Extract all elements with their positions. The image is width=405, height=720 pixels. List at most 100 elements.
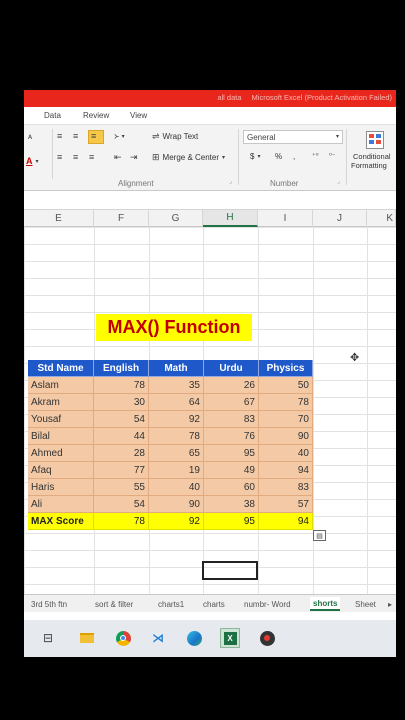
selected-cell[interactable] (202, 561, 258, 580)
score-cell[interactable]: 60 (204, 479, 259, 496)
score-cell[interactable]: 54 (94, 411, 149, 428)
score-cell[interactable]: 50 (259, 377, 313, 394)
student-name-cell[interactable]: Ali (28, 496, 94, 513)
paste-options-icon[interactable]: ▤ (313, 530, 326, 541)
student-name-cell[interactable]: Afaq (28, 462, 94, 479)
score-cell[interactable]: 76 (204, 428, 259, 445)
student-name-cell[interactable]: Aslam (28, 377, 94, 394)
score-cell[interactable]: 57 (259, 496, 313, 513)
percent-button[interactable]: % (275, 152, 282, 161)
chrome-icon[interactable] (113, 628, 133, 648)
score-cell[interactable]: 65 (149, 445, 204, 462)
align-left-icon[interactable]: ≡ (57, 152, 62, 162)
score-cell[interactable]: 77 (94, 462, 149, 479)
sheet-tab-charts1[interactable]: charts1 (155, 597, 187, 611)
file-explorer-icon[interactable] (77, 628, 97, 648)
score-cell[interactable]: 94 (259, 462, 313, 479)
header-physics[interactable]: Physics (259, 360, 313, 377)
sheet-tab-sort-filter[interactable]: sort & filter (92, 597, 136, 611)
recorder-icon[interactable] (257, 628, 277, 648)
max-physics-cell[interactable]: 94 (259, 513, 313, 530)
currency-button[interactable]: $ ▾ (250, 152, 260, 161)
align-center-icon[interactable]: ≡ (73, 152, 78, 162)
formula-bar[interactable] (24, 191, 396, 210)
sheet-tab-sheet[interactable]: Sheet (352, 597, 379, 611)
max-urdu-cell[interactable]: 95 (204, 513, 259, 530)
score-cell[interactable]: 30 (94, 394, 149, 411)
score-cell[interactable]: 83 (259, 479, 313, 496)
sheet-tab-numbr-word[interactable]: numbr- Word (241, 597, 294, 611)
max-math-cell[interactable]: 92 (149, 513, 204, 530)
score-cell[interactable]: 95 (204, 445, 259, 462)
column-header-g[interactable]: G (149, 210, 203, 227)
score-cell[interactable]: 28 (94, 445, 149, 462)
student-name-cell[interactable]: Akram (28, 394, 94, 411)
tab-view[interactable]: View (130, 111, 147, 120)
excel-icon[interactable]: X (220, 628, 240, 648)
header-english[interactable]: English (94, 360, 149, 377)
score-cell[interactable]: 26 (204, 377, 259, 394)
column-header-k[interactable]: K (367, 210, 396, 227)
score-cell[interactable]: 38 (204, 496, 259, 513)
score-cell[interactable]: 70 (259, 411, 313, 428)
sheet-tab-charts[interactable]: charts (200, 597, 228, 611)
number-format-dropdown[interactable]: General ▾ (243, 130, 343, 144)
score-cell[interactable]: 78 (259, 394, 313, 411)
score-cell[interactable]: 49 (204, 462, 259, 479)
font-color-button[interactable]: A ▾ (26, 156, 39, 166)
decrease-decimal-icon[interactable]: ⁰⁻ (329, 152, 336, 160)
column-header-j[interactable]: J (313, 210, 367, 227)
task-view-icon[interactable]: ⊟ (38, 628, 58, 648)
student-name-cell[interactable]: Ahmed (28, 445, 94, 462)
header-std-name[interactable]: Std Name (28, 360, 94, 377)
score-cell[interactable]: 92 (149, 411, 204, 428)
score-cell[interactable]: 90 (149, 496, 204, 513)
tab-data[interactable]: Data (44, 111, 61, 120)
increase-decimal-icon[interactable]: ⁺⁰ (312, 152, 319, 160)
wrap-text-button[interactable]: ⇌ Wrap Text (152, 131, 198, 142)
align-right-icon[interactable]: ≡ (89, 152, 94, 162)
font-grow-icon[interactable]: ᴬ (28, 133, 32, 143)
align-middle-icon[interactable]: ≡ (73, 131, 78, 141)
score-cell[interactable]: 35 (149, 377, 204, 394)
vscode-icon[interactable]: ⋊ (148, 628, 168, 648)
score-cell[interactable]: 67 (204, 394, 259, 411)
max-label-cell[interactable]: MAX Score (28, 513, 94, 530)
max-english-cell[interactable]: 78 (94, 513, 149, 530)
score-cell[interactable]: 78 (94, 377, 149, 394)
conditional-formatting-icon[interactable] (366, 131, 384, 149)
tab-review[interactable]: Review (83, 111, 109, 120)
score-cell[interactable]: 90 (259, 428, 313, 445)
student-name-cell[interactable]: Haris (28, 479, 94, 496)
column-header-h[interactable]: H (203, 210, 258, 227)
score-cell[interactable]: 55 (94, 479, 149, 496)
score-cell[interactable]: 40 (259, 445, 313, 462)
student-name-cell[interactable]: Bilal (28, 428, 94, 445)
score-cell[interactable]: 64 (149, 394, 204, 411)
orientation-icon[interactable]: ᚛ ▾ (114, 131, 125, 142)
edge-icon[interactable] (184, 628, 204, 648)
column-header-f[interactable]: F (94, 210, 149, 227)
comma-button[interactable]: , (293, 152, 295, 161)
align-top-icon[interactable]: ≡ (57, 131, 62, 141)
merge-center-button[interactable]: ⊞ Merge & Center ▾ (152, 152, 225, 163)
column-header-e[interactable]: E (24, 210, 94, 227)
conditional-label[interactable]: Conditional (353, 152, 391, 161)
increase-indent-icon[interactable]: ⇥ (130, 152, 138, 163)
score-cell[interactable]: 78 (149, 428, 204, 445)
number-launcher-icon[interactable]: ⌟ (337, 178, 340, 185)
score-cell[interactable]: 44 (94, 428, 149, 445)
sheet-tab-3rd-5th-ftn[interactable]: 3rd 5th ftn (28, 597, 70, 611)
score-cell[interactable]: 54 (94, 496, 149, 513)
header-urdu[interactable]: Urdu (204, 360, 259, 377)
formatting-label[interactable]: Formatting (351, 161, 387, 170)
decrease-indent-icon[interactable]: ⇤ (114, 152, 122, 163)
column-header-i[interactable]: I (258, 210, 313, 227)
header-math[interactable]: Math (149, 360, 204, 377)
score-cell[interactable]: 83 (204, 411, 259, 428)
score-cell[interactable]: 40 (149, 479, 204, 496)
alignment-launcher-icon[interactable]: ⌟ (229, 178, 232, 185)
student-name-cell[interactable]: Yousaf (28, 411, 94, 428)
sheet-tab-shorts[interactable]: shorts (310, 597, 341, 611)
score-cell[interactable]: 19 (149, 462, 204, 479)
